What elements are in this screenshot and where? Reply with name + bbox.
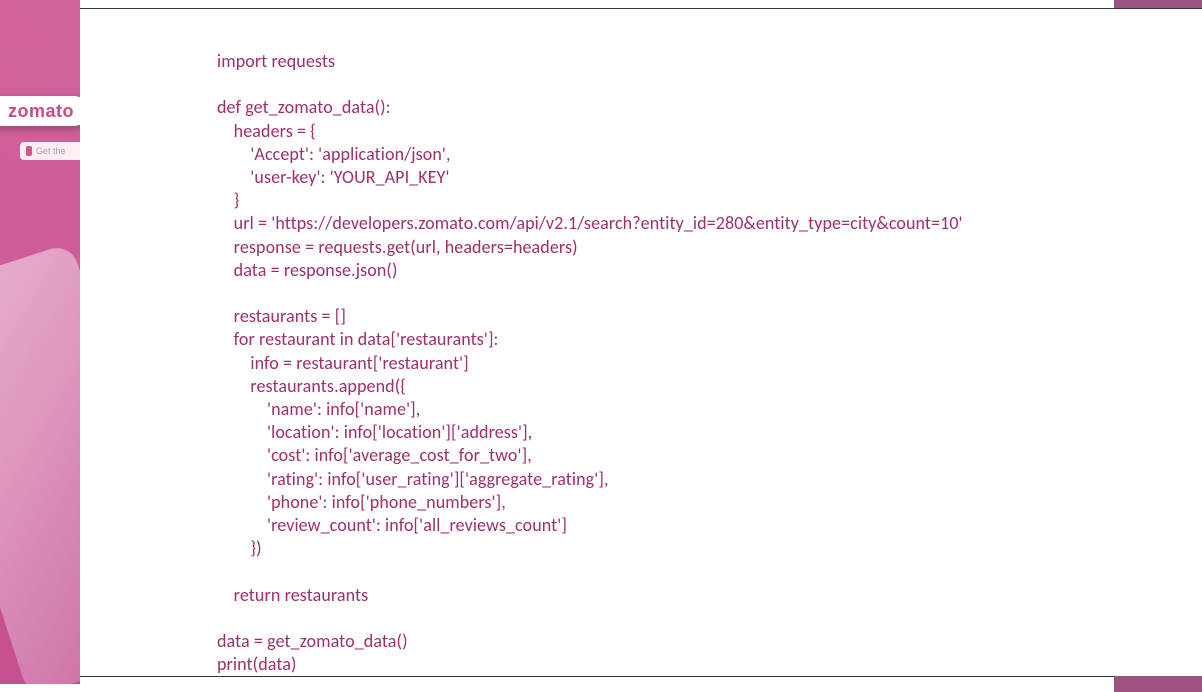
getthe-pill: Get the [20,142,80,160]
phone-icon [26,146,32,156]
brand-pill: zomato [0,96,80,126]
accent-bar-top [1114,0,1202,8]
brand-text: zomato [8,101,74,122]
accent-bar-bottom [1114,676,1202,692]
getthe-text: Get the [36,146,66,156]
header-rule [80,8,1202,9]
sidebar-image: zomato Get the [0,0,80,684]
slide: zomato Get the import requests def get_z… [0,0,1202,684]
code-block: import requests def get_zomato_data(): h… [217,50,1102,676]
code-area: import requests def get_zomato_data(): h… [217,50,1102,654]
footer-rule [80,676,1202,677]
